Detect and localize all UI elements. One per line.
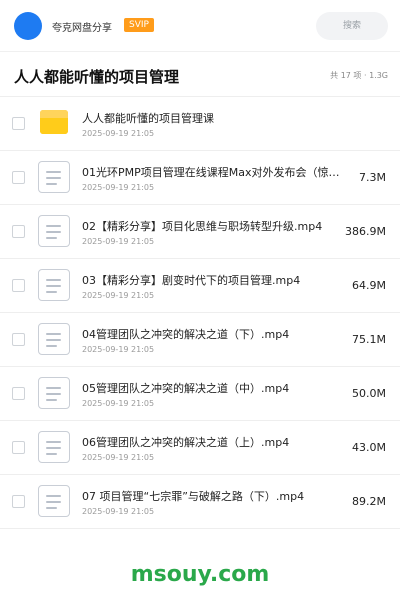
row-checkbox[interactable]	[12, 441, 25, 454]
svip-badge: SVIP	[124, 18, 154, 32]
folder-icon	[40, 110, 68, 134]
avatar[interactable]	[14, 12, 42, 40]
folder-header: 人人都能听懂的项目管理 共 17 项 · 1.3G	[0, 52, 400, 97]
document-icon	[38, 269, 70, 301]
top-bar: 夸克网盘分享 SVIP 搜索	[0, 0, 400, 52]
file-date: 2025-09-19 21:05	[82, 183, 155, 192]
file-row[interactable]: 07 项目管理“七宗罪”与破解之路（下）.mp4 2025-09-19 21:0…	[0, 475, 400, 529]
file-date: 2025-09-19 21:05	[82, 291, 155, 300]
file-row[interactable]: 02【精彩分享】项目化思维与职场转型升级.mp4 2025-09-19 21:0…	[0, 205, 400, 259]
document-icon	[38, 485, 70, 517]
file-size: 64.9M	[352, 279, 386, 292]
file-size: 386.9M	[345, 225, 386, 238]
file-row[interactable]: 03【精彩分享】剧变时代下的项目管理.mp4 2025-09-19 21:05 …	[0, 259, 400, 313]
file-name: 02【精彩分享】项目化思维与职场转型升级.mp4	[82, 220, 323, 233]
file-size: 50.0M	[352, 387, 386, 400]
file-date: 2025-09-19 21:05	[82, 399, 155, 408]
file-name: 01光环PMP项目管理在线课程Max对外发布会（惊…	[82, 166, 340, 179]
file-row[interactable]: 05管理团队之冲突的解决之道（中）.mp4 2025-09-19 21:05 5…	[0, 367, 400, 421]
file-size: 75.1M	[352, 333, 386, 346]
file-size: 89.2M	[352, 495, 386, 508]
file-date: 2025-09-19 21:05	[82, 453, 155, 462]
watermark-text: msouy.com	[130, 562, 270, 587]
file-list: 人人都能听懂的项目管理课 2025-09-19 21:05 01光环PMP项目管…	[0, 97, 400, 529]
row-checkbox[interactable]	[12, 117, 25, 130]
row-checkbox[interactable]	[12, 279, 25, 292]
file-size: 43.0M	[352, 441, 386, 454]
file-date: 2025-09-19 21:05	[82, 507, 155, 516]
search-input[interactable]: 搜索	[316, 12, 388, 40]
file-row[interactable]: 06管理团队之冲突的解决之道（上）.mp4 2025-09-19 21:05 4…	[0, 421, 400, 475]
file-date: 2025-09-19 21:05	[82, 237, 155, 246]
file-date: 2025-09-19 21:05	[82, 129, 155, 138]
document-icon	[38, 161, 70, 193]
file-name: 07 项目管理“七宗罪”与破解之路（下）.mp4	[82, 490, 305, 503]
document-icon	[38, 377, 70, 409]
page-title: 人人都能听懂的项目管理	[14, 68, 180, 86]
row-checkbox[interactable]	[12, 225, 25, 238]
file-row[interactable]: 01光环PMP项目管理在线课程Max对外发布会（惊… 2025-09-19 21…	[0, 151, 400, 205]
file-name: 人人都能听懂的项目管理课	[82, 112, 214, 125]
document-icon	[38, 323, 70, 355]
row-checkbox[interactable]	[12, 333, 25, 346]
file-name: 05管理团队之冲突的解决之道（中）.mp4	[82, 382, 290, 395]
row-checkbox[interactable]	[12, 387, 25, 400]
document-icon	[38, 431, 70, 463]
document-icon	[38, 215, 70, 247]
file-date: 2025-09-19 21:05	[82, 345, 155, 354]
row-checkbox[interactable]	[12, 495, 25, 508]
username: 夸克网盘分享	[52, 23, 112, 34]
file-name: 03【精彩分享】剧变时代下的项目管理.mp4	[82, 274, 301, 287]
folder-summary: 共 17 项 · 1.3G	[330, 71, 388, 80]
file-size: 7.3M	[359, 171, 386, 184]
file-row[interactable]: 人人都能听懂的项目管理课 2025-09-19 21:05	[0, 97, 400, 151]
file-name: 04管理团队之冲突的解决之道（下）.mp4	[82, 328, 290, 341]
file-row[interactable]: 04管理团队之冲突的解决之道（下）.mp4 2025-09-19 21:05 7…	[0, 313, 400, 367]
file-name: 06管理团队之冲突的解决之道（上）.mp4	[82, 436, 290, 449]
row-checkbox[interactable]	[12, 171, 25, 184]
